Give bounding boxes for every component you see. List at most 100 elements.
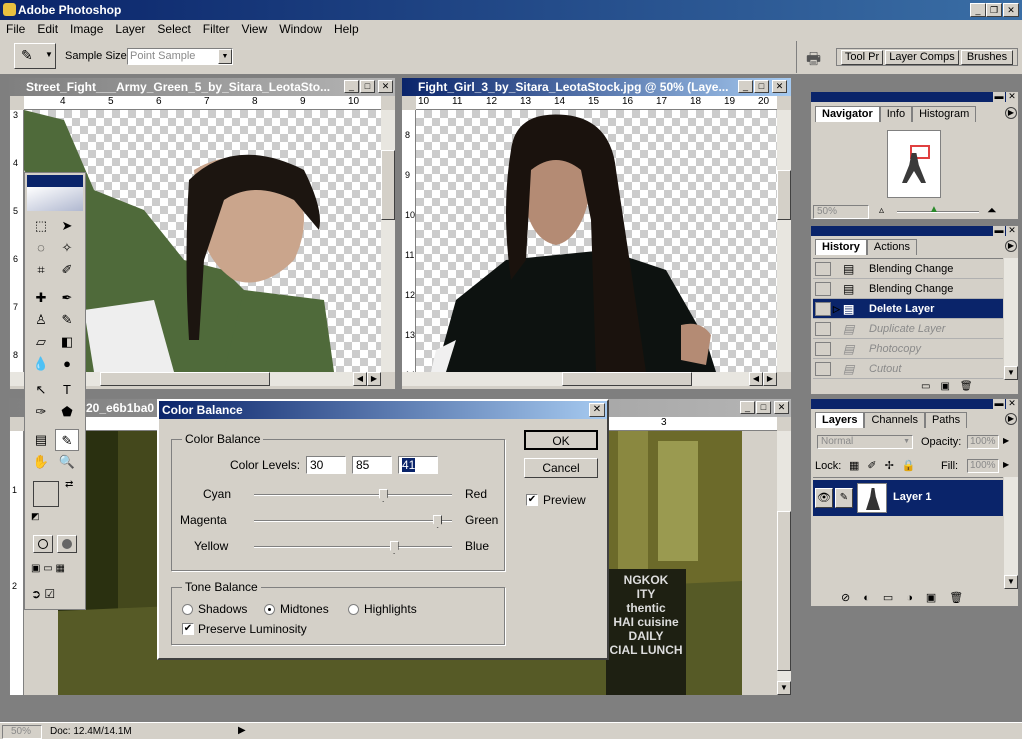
panel-close-button[interactable]: ✕ — [1006, 92, 1018, 102]
feather-icon[interactable] — [27, 187, 83, 211]
zoom-tool-icon[interactable]: 🔍 — [55, 451, 79, 473]
swap-colors-icon[interactable]: ⇄ — [65, 479, 73, 490]
doc-minimize-button[interactable]: _ — [344, 80, 359, 93]
tab-histogram[interactable]: Histogram — [912, 106, 976, 122]
layers-footer-icons[interactable]: ⊘◐▭◑▣🗑 — [841, 591, 1016, 605]
panel-minimize-button[interactable]: ▬ — [993, 399, 1005, 409]
layer-name[interactable]: Layer 1 — [893, 491, 932, 503]
panel-menu-icon[interactable]: ▶ — [1005, 107, 1017, 119]
dodge-tool-icon[interactable]: ● — [55, 353, 79, 375]
gradient-tool-icon[interactable]: ◧ — [55, 331, 79, 353]
doc-minimize-button[interactable]: _ — [738, 80, 753, 93]
move-tool-icon[interactable]: ➤ — [55, 215, 79, 237]
menu-image[interactable]: Image — [64, 20, 109, 39]
scroll-left-button[interactable]: ◀ — [353, 372, 367, 386]
history-source-checkbox[interactable] — [815, 342, 831, 356]
tool-preset-picker[interactable]: ✎ ▼ — [14, 43, 56, 69]
tab-history[interactable]: History — [815, 239, 867, 255]
history-footer-icons[interactable]: ▭▣🗑 — [921, 381, 1016, 394]
foreground-color-swatch[interactable] — [33, 481, 59, 507]
quick-mask-icon[interactable] — [57, 535, 77, 553]
standard-mode-icon[interactable] — [33, 535, 53, 553]
menu-view[interactable]: View — [235, 20, 273, 39]
scroll-left-button[interactable]: ◀ — [749, 372, 763, 386]
default-colors-icon[interactable]: ◩ — [31, 511, 40, 522]
layer-row[interactable]: 👁 ✎ Layer 1 — [813, 480, 1003, 516]
navigator-zoom-input[interactable]: 50% — [813, 205, 869, 219]
zoom-out-icon[interactable]: ▵ — [879, 205, 884, 216]
screen-mode-icons[interactable]: ▣ ▭ ▦ — [31, 563, 81, 577]
magenta-green-slider-thumb[interactable] — [433, 515, 442, 528]
marquee-tool-icon[interactable]: ⬚ — [29, 215, 53, 237]
status-zoom[interactable]: 50% — [2, 725, 42, 739]
document-window-fight-girl[interactable]: Fight_Girl_3_by_Sitara_LeotaStock.jpg @ … — [401, 77, 792, 390]
midtones-radio[interactable] — [264, 604, 275, 615]
cancel-button[interactable]: Cancel — [524, 458, 598, 478]
opacity-arrow-icon[interactable]: ▶ — [1003, 436, 1009, 445]
highlights-radio[interactable] — [348, 604, 359, 615]
vertical-scrollbar[interactable]: ▼ — [777, 431, 791, 695]
history-item[interactable]: ▤Photocopy — [813, 339, 1003, 359]
doc-close-button[interactable]: ✕ — [774, 401, 789, 414]
dialog-close-button[interactable]: ✕ — [589, 403, 605, 417]
preview-label[interactable]: Preview — [543, 493, 586, 507]
doc-minimize-button[interactable]: _ — [740, 401, 755, 414]
healing-brush-icon[interactable]: ✚ — [29, 287, 53, 309]
menu-file[interactable]: File — [0, 20, 31, 39]
zoom-in-icon[interactable]: ⏶ — [987, 203, 997, 218]
hand-tool-icon[interactable]: ✋ — [29, 451, 53, 473]
history-source-checkbox[interactable] — [815, 362, 831, 376]
lock-icons[interactable]: ▦✐✢🔒 — [849, 459, 924, 472]
history-item[interactable]: ▤Blending Change — [813, 259, 1003, 279]
vertical-scrollbar[interactable] — [777, 110, 791, 372]
restore-button[interactable]: ❐ — [986, 3, 1002, 17]
palette-tab-tool-presets[interactable]: Tool Pr — [841, 50, 883, 65]
tab-navigator[interactable]: Navigator — [815, 106, 880, 122]
palette-tab-layer-comps[interactable]: Layer Comps — [885, 50, 959, 65]
panel-title-bar[interactable] — [811, 226, 1018, 236]
history-item[interactable]: ▤Cutout — [813, 359, 1003, 379]
layers-scrollbar[interactable]: ▼ — [1004, 477, 1018, 589]
brush-link-icon[interactable]: ✎ — [835, 488, 853, 508]
panel-title-bar[interactable] — [811, 399, 1018, 409]
panel-close-button[interactable]: ✕ — [1006, 399, 1018, 409]
close-button[interactable]: ✕ — [1003, 3, 1019, 17]
pen-tool-icon[interactable]: ✑ — [29, 401, 53, 423]
brush-tool-icon[interactable]: ✒ — [55, 287, 79, 309]
scroll-thumb[interactable] — [100, 372, 270, 386]
status-menu-arrow-icon[interactable]: ▶ — [238, 725, 246, 736]
cyan-red-slider-thumb[interactable] — [379, 489, 388, 502]
opacity-input[interactable]: 100% — [967, 435, 999, 449]
menu-window[interactable]: Window — [273, 20, 328, 39]
yellow-blue-slider-thumb[interactable] — [390, 541, 399, 554]
history-source-checkbox[interactable] — [815, 262, 831, 276]
highlights-label[interactable]: Highlights — [364, 602, 417, 616]
tab-paths[interactable]: Paths — [925, 412, 967, 428]
slice-tool-icon[interactable]: ✐ — [55, 259, 79, 281]
cyan-red-level-input[interactable]: 30 — [306, 456, 346, 474]
toolbox-title-bar[interactable] — [27, 175, 83, 187]
history-source-checkbox[interactable] — [815, 322, 831, 336]
shadows-label[interactable]: Shadows — [198, 602, 247, 616]
doc-maximize-button[interactable]: □ — [754, 80, 769, 93]
scroll-thumb[interactable] — [777, 170, 791, 220]
preserve-luminosity-checkbox[interactable]: ✔ — [182, 623, 194, 635]
sample-size-select[interactable]: Point Sample ▼ — [127, 48, 233, 65]
panel-minimize-button[interactable]: ▬ — [993, 92, 1005, 102]
minimize-button[interactable]: _ — [970, 3, 986, 17]
ok-button[interactable]: OK — [524, 430, 598, 450]
scroll-down-button[interactable]: ▼ — [1004, 575, 1018, 589]
horizontal-scrollbar[interactable]: ◀ ▶ — [402, 372, 777, 386]
menu-filter[interactable]: Filter — [197, 20, 236, 39]
navigator-thumbnail[interactable] — [887, 130, 941, 198]
scroll-right-button[interactable]: ▶ — [763, 372, 777, 386]
scroll-thumb[interactable] — [562, 372, 692, 386]
fill-input[interactable]: 100% — [967, 459, 999, 473]
magenta-green-level-input[interactable]: 85 — [352, 456, 392, 474]
menu-select[interactable]: Select — [151, 20, 196, 39]
zoom-slider-thumb[interactable]: ▲ — [929, 204, 939, 215]
tab-layers[interactable]: Layers — [815, 412, 864, 428]
panel-menu-icon[interactable]: ▶ — [1005, 240, 1017, 252]
eye-icon[interactable]: 👁 — [815, 488, 833, 508]
history-item[interactable]: ▷▤Delete Layer — [813, 299, 1003, 319]
